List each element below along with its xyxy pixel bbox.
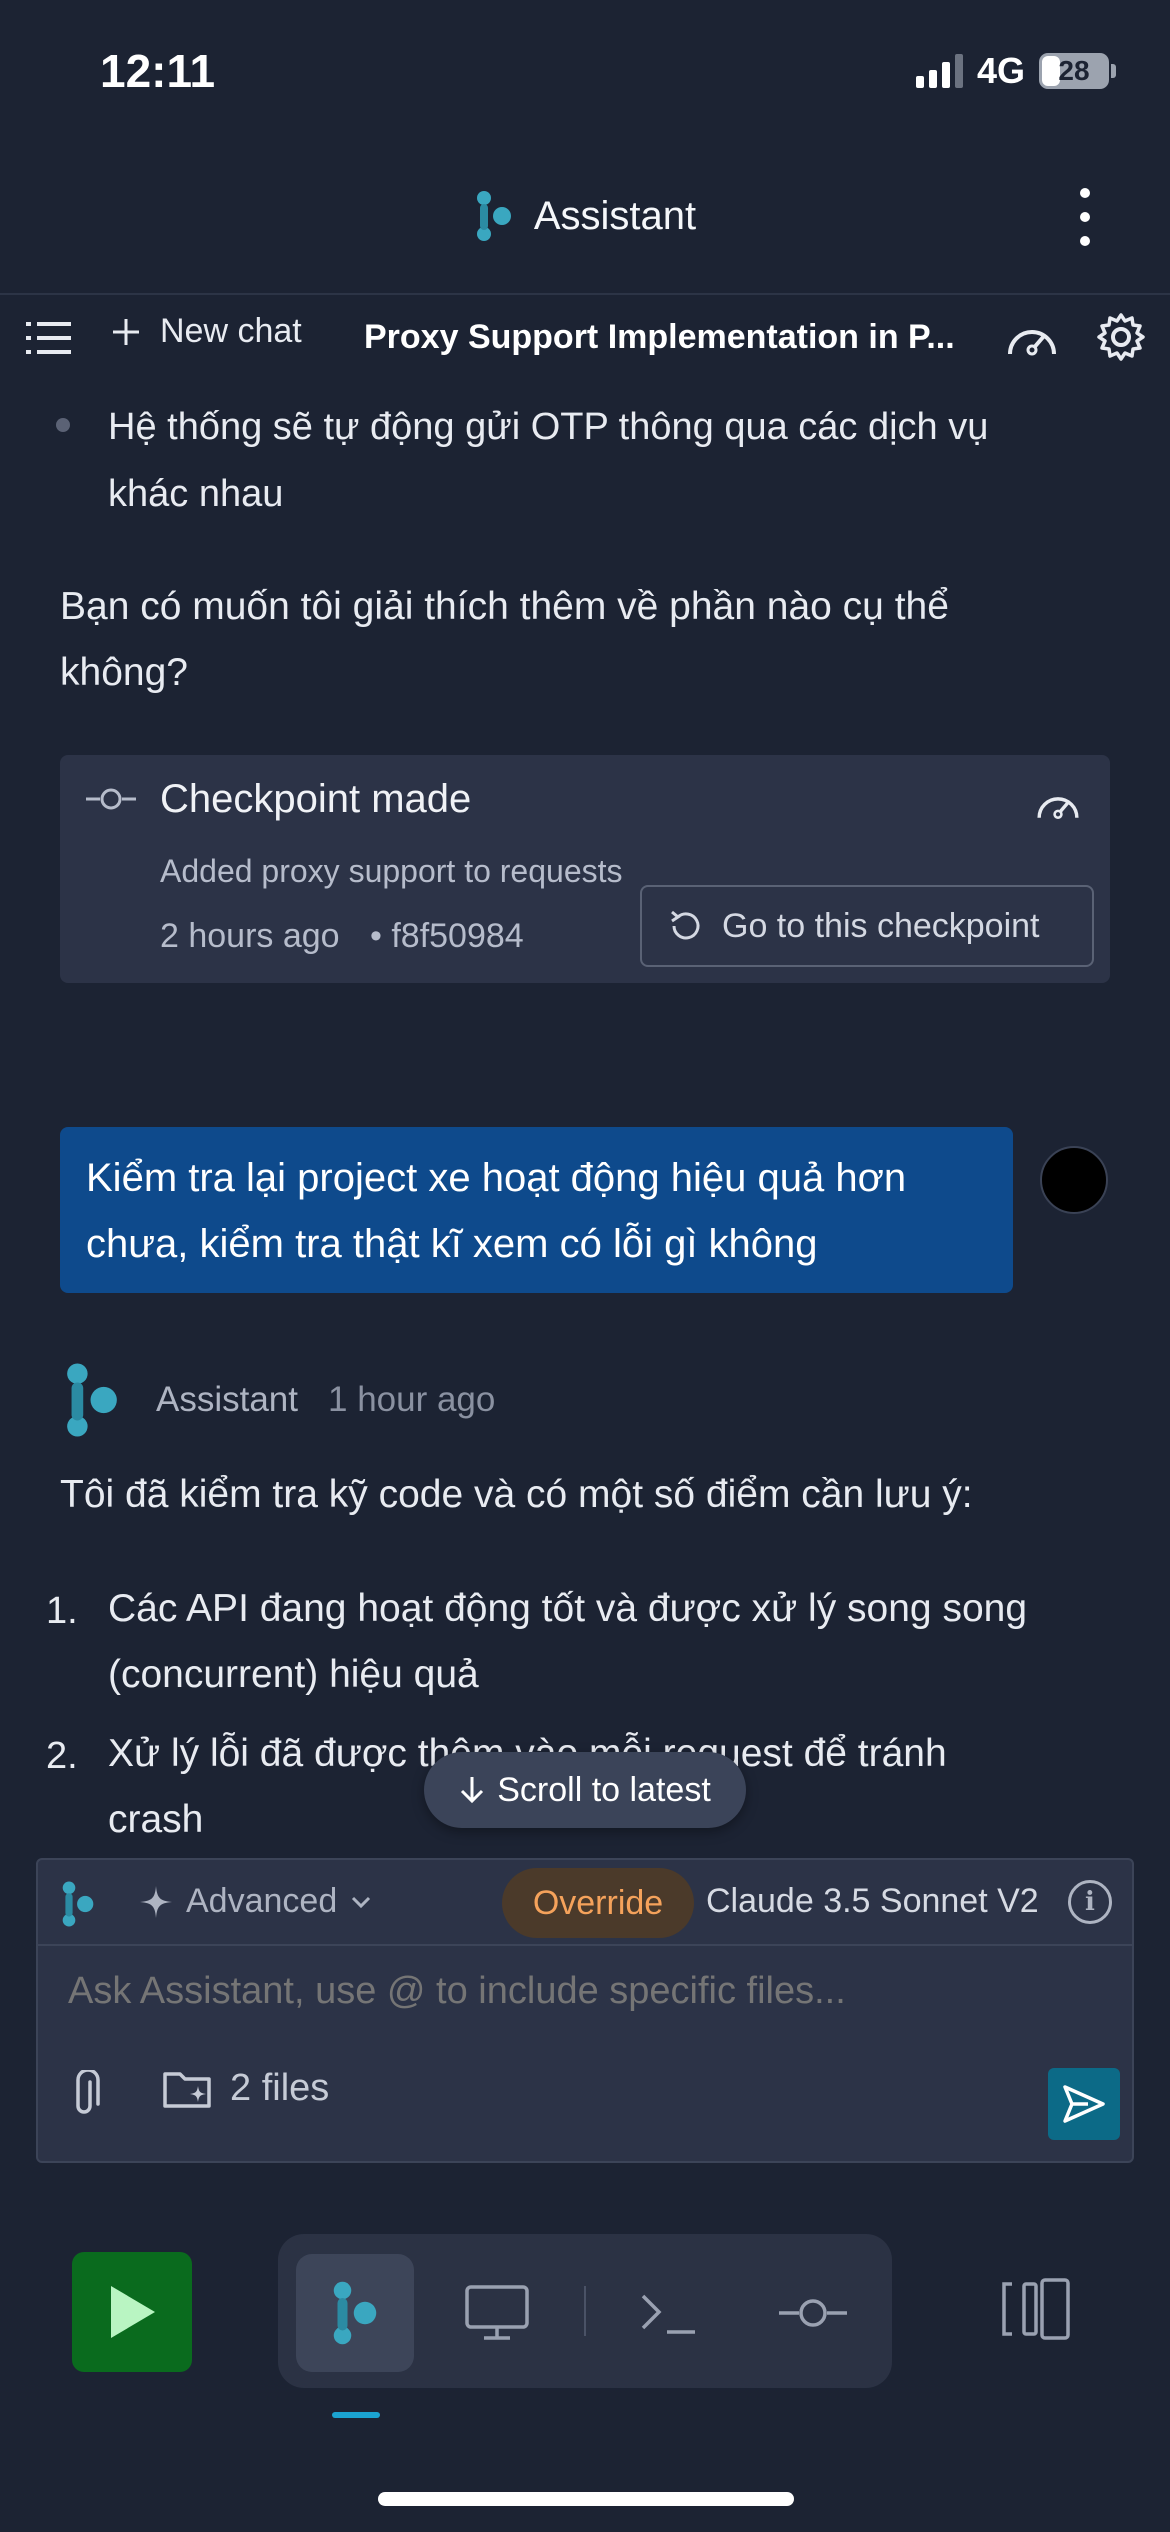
mode-selector[interactable]: Advanced (138, 1882, 373, 1921)
send-button[interactable] (1048, 2068, 1120, 2140)
history-icon (671, 910, 700, 940)
signal-icon (915, 54, 963, 88)
network-type: 4G (976, 50, 1025, 91)
run-button[interactable] (72, 2252, 192, 2372)
monitor-icon (465, 2285, 529, 2340)
workspace-tabs (278, 2234, 892, 2388)
chat-title[interactable]: Proxy Support Implementation in P... (364, 318, 976, 357)
assistant-intro: Tôi đã kiểm tra kỹ code và có một số điể… (60, 1473, 973, 1516)
new-chat-button[interactable]: New chat (110, 312, 302, 351)
home-indicator (378, 2492, 794, 2506)
bullet-dot (56, 418, 70, 432)
gauge-icon[interactable] (1034, 785, 1082, 823)
mode-label: Advanced (186, 1882, 338, 1920)
go-to-checkpoint-label: Go to this checkpoint (722, 906, 1040, 945)
tab-shell[interactable] (610, 2254, 728, 2372)
play-icon (111, 2286, 155, 2338)
status-indicators: 4G 28 (915, 50, 1116, 92)
message-input[interactable] (68, 1970, 1068, 2013)
commit-icon (779, 2299, 847, 2327)
tab-git[interactable] (754, 2254, 872, 2372)
terminal-icon (641, 2294, 695, 2334)
commit-icon (86, 788, 136, 810)
gauge-icon[interactable] (1004, 316, 1060, 360)
assistant-question-line1: Bạn có muốn tôi giải thích thêm về phần … (60, 585, 949, 628)
list-item-line1: Các API đang hoạt động tốt và được xử lý… (108, 1587, 1028, 1630)
chevron-down-icon (352, 1896, 371, 1908)
checkpoint-time: 2 hours ago (160, 917, 340, 955)
menu-icon[interactable] (26, 318, 72, 358)
user-avatar[interactable] (1040, 1146, 1108, 1214)
model-selector[interactable]: Claude 3.5 Sonnet V2 (706, 1882, 1039, 1921)
folder-icon (163, 2072, 211, 2108)
active-tab-indicator (332, 2412, 380, 2418)
override-badge[interactable]: Override (502, 1868, 694, 1938)
panels-icon[interactable] (1000, 2276, 1072, 2342)
sparkle-icon (140, 1885, 172, 1918)
more-options-icon[interactable] (1080, 188, 1090, 246)
info-icon[interactable]: i (1068, 1880, 1112, 1924)
checkpoint-hash: • f8f50984 (370, 917, 524, 955)
list-item-number: 1. (46, 1590, 78, 1632)
new-chat-label: New chat (160, 312, 302, 350)
composer-options-bar: Advanced Override Claude 3.5 Sonnet V2 i (38, 1860, 1132, 1946)
tab-assistant[interactable] (296, 2254, 414, 2372)
arrow-down-icon (461, 1777, 484, 1804)
plus-icon (113, 318, 139, 345)
message-composer: Advanced Override Claude 3.5 Sonnet V2 i… (36, 1858, 1134, 2163)
assistant-logo-icon (476, 191, 511, 241)
assistant-logo-icon (62, 1881, 94, 1927)
user-message-bubble: Kiểm tra lại project xe hoạt động hiệu q… (60, 1127, 1013, 1293)
assistant-logo-icon (333, 2281, 377, 2345)
status-time: 12:11 (100, 45, 216, 97)
app-header: Assistant (0, 160, 1170, 295)
checkpoint-description: Added proxy support to requests (160, 853, 623, 889)
bullet-continuation: khác nhau (108, 473, 284, 515)
scroll-to-latest-button[interactable]: Scroll to latest (424, 1752, 746, 1828)
user-message-line2: chưa, kiểm tra thật kĩ xem có lỗi gì khô… (86, 1222, 818, 1266)
assistant-logo-icon (67, 1363, 117, 1437)
app-title: Assistant (533, 193, 697, 238)
scroll-to-latest-label: Scroll to latest (497, 1770, 711, 1809)
user-message-line1: Kiểm tra lại project xe hoạt động hiệu q… (86, 1156, 907, 1200)
assistant-question-line2: không? (60, 651, 188, 694)
tab-webview[interactable] (438, 2254, 556, 2372)
attached-files-button[interactable]: 2 files (162, 2066, 329, 2110)
assistant-timestamp: 1 hour ago (328, 1380, 496, 1419)
assistant-name: Assistant (156, 1380, 298, 1419)
gear-icon[interactable] (1096, 312, 1146, 362)
go-to-checkpoint-button[interactable]: Go to this checkpoint (640, 885, 1094, 967)
files-count: 2 files (230, 2066, 330, 2109)
list-item-line2: crash (108, 1798, 204, 1841)
send-icon (1063, 2085, 1105, 2123)
chat-toolbar: New chat Proxy Support Implementation in… (0, 296, 1170, 380)
battery-level: 28 (1058, 55, 1090, 86)
checkpoint-title: Checkpoint made (160, 777, 472, 821)
paperclip-icon[interactable] (66, 2070, 102, 2120)
faded-bullet-text: Hệ thống sẽ tự động gửi OTP thông qua cá… (108, 406, 989, 448)
list-item-number: 2. (46, 1735, 78, 1777)
checkpoint-card: Checkpoint made Added proxy support to r… (60, 755, 1110, 983)
list-item-line2: (concurrent) hiệu quả (108, 1653, 479, 1696)
battery-icon: 28 (1039, 53, 1116, 89)
